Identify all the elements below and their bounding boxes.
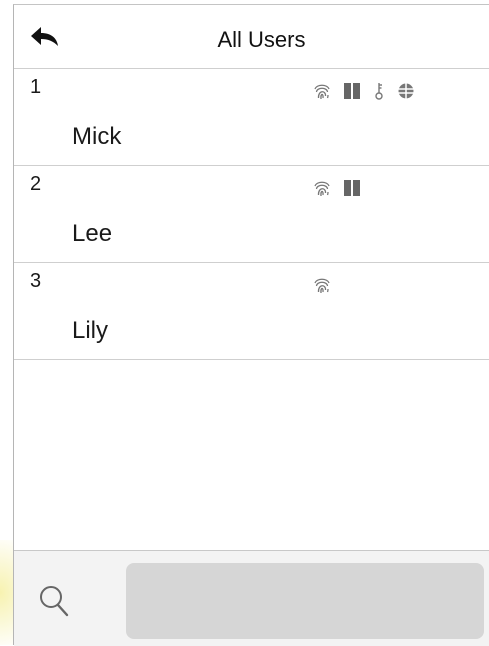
user-id: 3: [30, 270, 42, 292]
search-bar: [14, 550, 489, 646]
face-icon: [397, 82, 415, 100]
credential-icons: [313, 178, 361, 198]
password-icon: [373, 82, 385, 100]
header-bar: All Users: [14, 5, 489, 69]
search-icon[interactable]: [38, 584, 70, 618]
user-name: Lee: [72, 220, 113, 247]
user-id: 1: [30, 76, 42, 98]
fingerprint-icon: [313, 82, 331, 100]
search-input[interactable]: [126, 563, 484, 639]
user-name: Lily: [72, 317, 109, 344]
user-row[interactable]: 2 Lee: [14, 166, 489, 263]
user-name: Mick: [72, 123, 122, 150]
credential-icons: [313, 275, 331, 295]
card-icon: [343, 179, 361, 197]
fingerprint-icon: [313, 179, 331, 197]
device-screen: All Users 1 Mick 2 Lee 3 Lily: [13, 4, 489, 646]
user-row[interactable]: 3 Lily: [14, 263, 489, 360]
credential-icons: [313, 81, 415, 101]
page-title: All Users: [217, 27, 306, 52]
card-icon: [343, 82, 361, 100]
fingerprint-icon: [313, 276, 331, 294]
user-row[interactable]: 1 Mick: [14, 69, 489, 166]
user-list: 1 Mick 2 Lee 3 Lily: [14, 69, 489, 360]
user-id: 2: [30, 173, 42, 195]
